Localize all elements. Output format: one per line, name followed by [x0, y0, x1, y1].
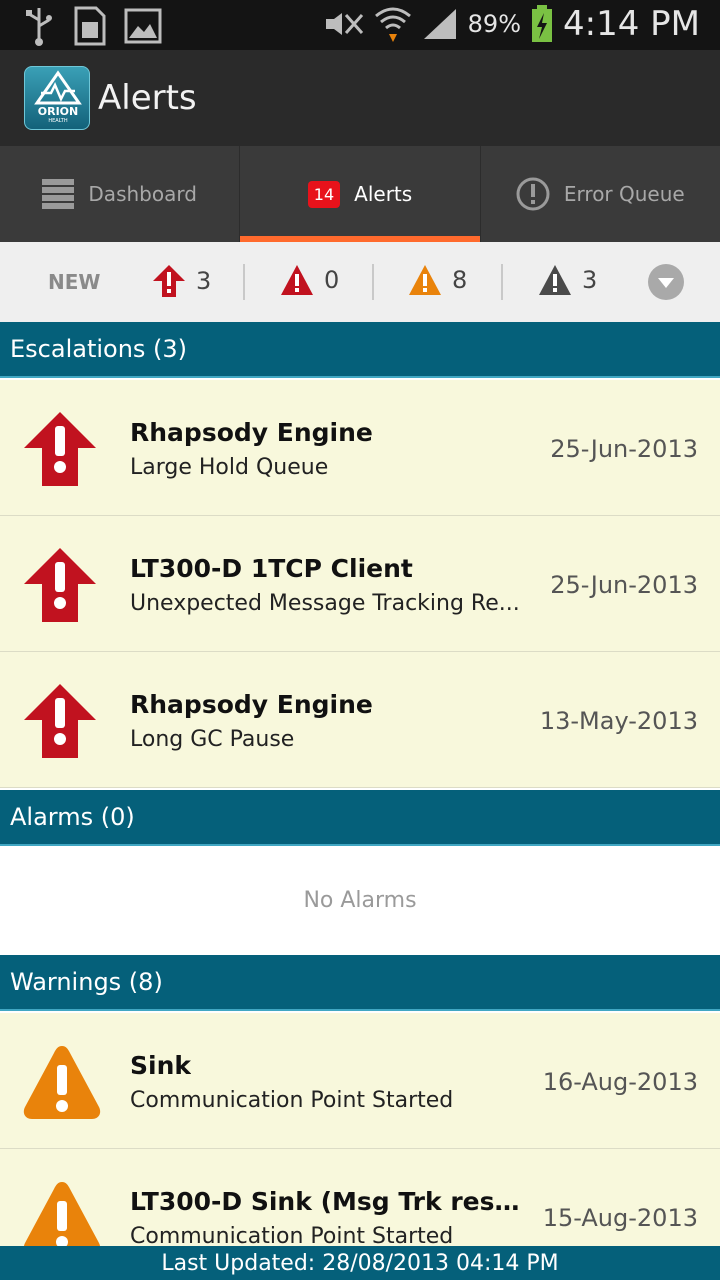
escalation-icon — [24, 684, 96, 758]
list-item[interactable]: Rhapsody Engine Large Hold Queue 25-Jun-… — [0, 380, 720, 516]
new-label: NEW — [48, 270, 101, 294]
divider — [243, 264, 245, 300]
divider — [372, 264, 374, 300]
new-counts-bar: NEW 3 0 8 3 — [0, 242, 720, 322]
item-date: 15-Aug-2013 — [542, 1204, 698, 1232]
empty-state: No Alarms — [0, 846, 720, 954]
item-title: LT300-D 1TCP Client — [130, 554, 413, 583]
tab-bar: Dashboard 14 Alerts Error Queue — [0, 146, 720, 242]
last-updated-bar: Last Updated: 28/08/2013 04:14 PM — [0, 1246, 720, 1280]
sim-card-icon — [74, 6, 106, 46]
item-subtitle: Long GC Pause — [130, 727, 295, 752]
page-title: Alerts — [98, 78, 197, 118]
escalation-icon — [24, 548, 96, 622]
warning-count[interactable]: 8 — [408, 264, 467, 296]
item-subtitle: Unexpected Message Tracking Re... — [130, 591, 520, 616]
tab-alerts[interactable]: 14 Alerts — [240, 146, 481, 242]
escalation-icon — [24, 412, 96, 486]
warnings-title: Warnings (8) — [10, 968, 163, 996]
item-title: Sink — [130, 1051, 191, 1080]
alarm-icon — [281, 265, 313, 295]
escalation-count[interactable]: 3 — [152, 264, 211, 298]
gallery-icon — [124, 8, 162, 44]
action-bar: ORION HEALTH Alerts — [0, 50, 720, 146]
empty-message: No Alarms — [303, 887, 417, 913]
item-date: 25-Jun-2013 — [550, 435, 698, 463]
escalation-icon — [153, 265, 185, 297]
item-date: 16-Aug-2013 — [542, 1068, 698, 1096]
item-subtitle: Communication Point Started — [130, 1088, 454, 1113]
clock: 4:14 PM — [563, 4, 700, 44]
item-subtitle: Large Hold Queue — [130, 455, 329, 480]
list-item[interactable]: Sink Communication Point Started 16-Aug-… — [0, 1013, 720, 1149]
error-circle-icon — [516, 177, 550, 211]
tab-alerts-label: Alerts — [354, 182, 413, 206]
logo-subtext: HEALTH — [48, 118, 68, 124]
logo-text: ORION — [37, 105, 79, 118]
app-logo[interactable]: ORION HEALTH — [24, 66, 90, 130]
escalations-header: Escalations (3) — [0, 322, 720, 378]
warning-icon — [23, 1046, 101, 1119]
usb-icon — [26, 8, 52, 46]
tab-error-queue-label: Error Queue — [563, 182, 685, 206]
battery-icon — [532, 5, 552, 42]
item-title: Rhapsody Engine — [130, 690, 373, 719]
alarm-count-value: 0 — [324, 266, 340, 294]
divider — [501, 264, 503, 300]
wifi-icon — [374, 7, 411, 42]
info-warning-icon — [539, 265, 571, 295]
warning-count-value: 8 — [452, 266, 468, 294]
list-item[interactable]: LT300-D 1TCP Client Unexpected Message T… — [0, 516, 720, 652]
info-count[interactable]: 3 — [538, 264, 597, 296]
status-bar: 89% 4:14 PM — [0, 0, 720, 50]
signal-icon — [423, 9, 456, 39]
orion-logo-icon — [34, 70, 82, 105]
last-updated-text: Last Updated: 28/08/2013 04:14 PM — [161, 1250, 559, 1276]
tab-dashboard-label: Dashboard — [88, 182, 197, 206]
info-count-value: 3 — [582, 266, 598, 294]
item-date: 25-Jun-2013 — [550, 571, 698, 599]
dashboard-icon — [42, 179, 75, 209]
chevron-down-icon[interactable] — [648, 264, 684, 300]
escalation-count-value: 3 — [196, 267, 212, 295]
item-title: LT300-D Sink (Msg Trk respon... — [130, 1187, 520, 1216]
tab-dashboard[interactable]: Dashboard — [0, 146, 241, 242]
alerts-badge: 14 — [307, 180, 341, 208]
item-title: Rhapsody Engine — [130, 418, 373, 447]
alarms-title: Alarms (0) — [10, 803, 135, 831]
alarm-count[interactable]: 0 — [280, 264, 339, 296]
tab-error-queue[interactable]: Error Queue — [481, 146, 720, 242]
escalations-title: Escalations (3) — [10, 335, 188, 363]
item-date: 13-May-2013 — [539, 707, 698, 735]
list-item[interactable]: Rhapsody Engine Long GC Pause 13-May-201… — [0, 652, 720, 788]
battery-percent: 89% — [467, 10, 521, 38]
mute-icon — [325, 13, 363, 35]
warnings-header: Warnings (8) — [0, 955, 720, 1011]
alarms-header: Alarms (0) — [0, 790, 720, 846]
warning-icon — [409, 265, 441, 295]
